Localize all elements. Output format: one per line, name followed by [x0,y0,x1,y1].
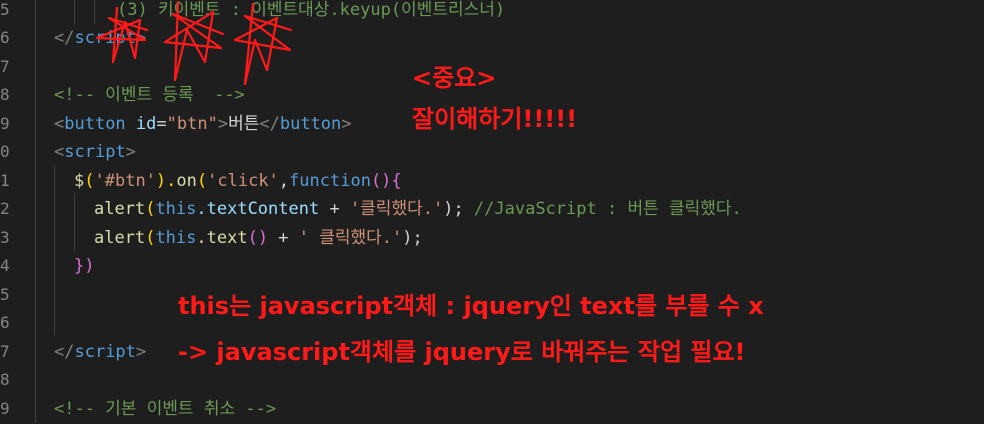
token-function: .text [196,228,248,248]
line-number: 5 [0,285,10,304]
line-number: 5 [0,0,10,19]
code-line-close-braces: }) [74,256,95,276]
code-line-jquery-on: $('#btn').on('click',function(){ [74,167,402,196]
tag-name: button [279,114,342,134]
tag-bracket: > [341,114,352,134]
token-paren: ( [145,228,156,248]
tag-name: button [64,114,126,134]
token-paren: (){ [370,171,402,191]
tag-bracket: </ [259,114,280,134]
tag-bracket: < [54,114,65,134]
red-scribble-drawing [95,0,293,86]
token-function: $ [74,171,85,191]
code-line-script-open: <script> [54,138,136,167]
token-string: 'click' [207,171,279,191]
tag-bracket: > [125,142,136,162]
line-number: 1 [0,171,10,190]
token-punct: , [278,171,290,191]
indent-guide [54,165,55,335]
token-string: '클릭했다.' [349,199,444,219]
code-line-alert-2: alert(this.text() + ' 클릭했다.'); [94,224,423,253]
indent-guide [74,0,75,24]
code-line-comment: <!-- 기본 이벤트 취소 --> [54,399,277,419]
token-function: on [176,171,197,191]
attr-value: "btn" [166,114,218,134]
tag-bracket: < [54,142,65,162]
line-number-gutter: 5 6 7 8 9 0 1 2 3 4 5 6 7 8 9 [0,0,22,423]
note-line-1: this는 javascript객체 : jquery인 text를 부를 수 … [178,292,764,320]
line-number: 4 [0,256,10,275]
attr-eq: = [156,114,167,134]
tag-bracket: > [217,114,229,134]
token-keyword: function [289,171,371,191]
token-punct: ); [402,228,423,248]
line-number: 7 [0,342,10,361]
line-number: 2 [0,199,10,218]
code-line-script-close-2: </script> [54,338,146,367]
line-number: 8 [0,370,10,389]
token-string: '#btn' [94,171,156,191]
line-number: 7 [0,57,10,76]
token-keyword: this [155,228,197,248]
tag-name: script [64,142,126,162]
line-number: 6 [0,28,10,47]
token-punct: ); [443,199,464,219]
tag-bracket: > [135,342,147,362]
token-operator: + [319,199,350,219]
attr-name: id [125,114,157,134]
code-line-alert-1: alert(this.textContent + '클릭했다.'); //Jav… [94,195,742,224]
token-comment: //JavaScript : 버튼 클릭했다. [463,199,742,219]
token-paren: ( [145,199,156,219]
indent-guide [74,193,75,251]
token-paren: ). [155,171,177,191]
important-body: 잘이해하기!!!!! [412,105,578,133]
line-number: 6 [0,313,10,332]
token-string: ' 클릭했다.' [298,228,403,248]
tag-bracket: </ [54,28,75,48]
token-function: alert [94,228,146,248]
code-editor[interactable]: 5 6 7 8 9 0 1 2 3 4 5 6 7 8 9 (3) 키이벤트 :… [0,0,984,423]
token-property: .textContent [196,199,320,219]
token-keyword: this [155,199,197,219]
tag-name: script [74,342,136,362]
token-function: alert [94,199,146,219]
line-number: 0 [0,142,10,161]
token-paren: ( [84,171,95,191]
element-text: 버튼 [228,114,260,134]
indent-guide [35,0,36,423]
token-paren: () [247,228,269,248]
token-operator: + [268,228,299,248]
line-number: 8 [0,85,10,104]
important-title: <중요> [412,64,497,92]
note-line-2: -> javascript객체를 jquery로 바꿔주는 작업 필요! [178,338,746,366]
code-line-button: <button id="btn">버튼</button> [54,110,352,139]
line-number: 9 [0,114,10,133]
token-paren: ( [196,171,208,191]
line-number: 9 [0,399,10,418]
line-number: 3 [0,228,10,247]
tag-bracket: </ [54,342,75,362]
